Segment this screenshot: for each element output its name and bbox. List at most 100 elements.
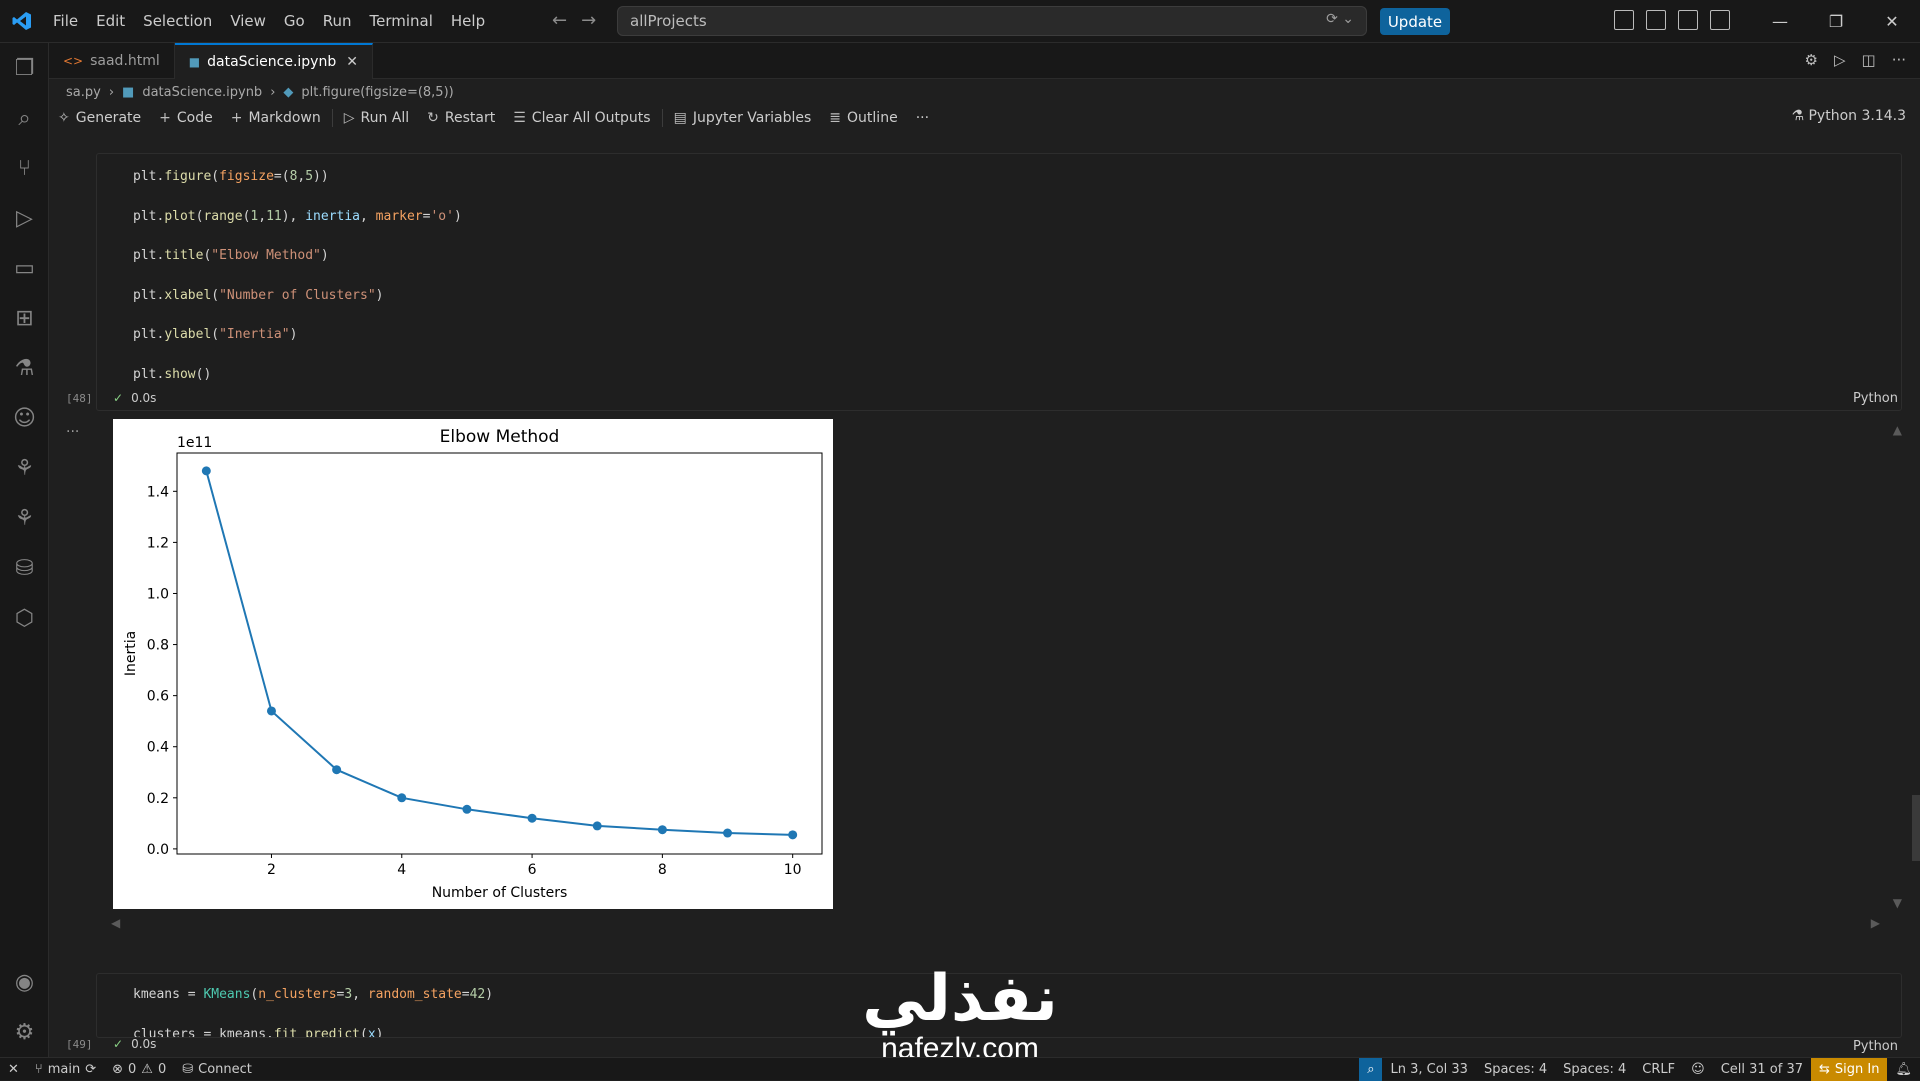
python-icon[interactable]: ⚘ [0, 443, 49, 493]
notifications-bell-icon[interactable]: 🔔︎ [1887, 1058, 1920, 1081]
kernel-label: Python 3.14.3 [1808, 108, 1906, 124]
toggle-primary-sidebar-icon[interactable] [1646, 10, 1666, 30]
more-actions-icon[interactable]: ··· [1892, 51, 1906, 69]
code-line: plt.xlabel("Number of Clusters") [133, 287, 384, 303]
settings-gear-icon[interactable]: ⚙ [0, 1007, 49, 1057]
extensions-icon[interactable]: ⊞ [0, 293, 49, 343]
remote-explorer-icon[interactable]: ▭ [0, 243, 49, 293]
sync-icon: ⟳ [85, 1061, 97, 1077]
line-ending[interactable]: CRLF [1634, 1058, 1683, 1081]
breadcrumb-item[interactable]: dataScience.ipynb [142, 85, 262, 100]
scroll-up-icon[interactable]: ▲ [1893, 423, 1902, 437]
generate-label: Generate [75, 110, 142, 126]
scroll-left-icon[interactable]: ◀ [111, 916, 120, 930]
back-arrow-icon[interactable]: ← [552, 10, 567, 31]
update-button[interactable]: Update [1380, 8, 1450, 35]
y-axis-label: Inertia [123, 631, 139, 676]
menu-run[interactable]: Run [314, 0, 361, 43]
zoom-button[interactable]: ⌕ [1359, 1058, 1383, 1081]
clear-outputs-button[interactable]: ☰ Clear All Outputs [504, 110, 659, 126]
account-icon: ⇆ [1819, 1062, 1830, 1077]
tab-datascience-ipynb[interactable]: ■ dataScience.ipynb ✕ [174, 43, 373, 79]
scroll-down-icon[interactable]: ▼ [1893, 896, 1902, 910]
command-center-search[interactable]: allProjects ⟳ ⌄ [617, 6, 1367, 36]
scroll-right-icon[interactable]: ▶ [1871, 916, 1880, 930]
run-all-button[interactable]: ▷ Run All [335, 110, 418, 126]
search-icon[interactable]: ⌕ [0, 93, 49, 143]
cell-code-editor[interactable]: kmeans = KMeans(n_clusters=3, random_sta… [133, 984, 493, 1037]
copilot-chat-icon[interactable]: ⟳ ⌄ [1326, 11, 1354, 27]
tab-saad-html[interactable]: <> saad.html [49, 43, 175, 79]
menu-view[interactable]: View [221, 0, 275, 43]
menu-edit[interactable]: Edit [87, 0, 134, 43]
more-toolbar-button[interactable]: ··· [907, 110, 938, 126]
cell-language[interactable]: Python [1853, 1039, 1898, 1054]
python-environments-icon[interactable]: ⚘ [0, 493, 49, 543]
menu-help[interactable]: Help [442, 0, 494, 43]
menu-terminal[interactable]: Terminal [361, 0, 442, 43]
customize-layout-icon[interactable] [1614, 10, 1634, 30]
restore-icon[interactable]: ❐ [1808, 0, 1864, 43]
database-icon[interactable]: ⛁ [0, 543, 49, 593]
forward-arrow-icon[interactable]: → [581, 10, 596, 31]
cell-language[interactable]: Python [1853, 391, 1898, 406]
cell-duration: 0.0s [131, 391, 157, 405]
copilot-status-icon[interactable]: ☺ [1683, 1058, 1713, 1081]
warning-count: 0 [157, 1061, 167, 1077]
code-line: plt.plot(range(1,11), inertia, marker='o… [133, 208, 462, 224]
close-window-icon[interactable]: ✕ [1864, 0, 1920, 43]
menu-go[interactable]: Go [275, 0, 314, 43]
kernel-picker[interactable]: ⚗ Python 3.14.3 [1791, 108, 1906, 124]
generate-button[interactable]: ✧ Generate [49, 110, 150, 126]
editor-tabs: <> saad.html ■ dataScience.ipynb ✕ ⚙ ▷ ◫… [49, 43, 1920, 79]
cell-status: ✓ 0.0s [113, 391, 156, 405]
run-all-label: Run All [360, 110, 410, 126]
run-icon[interactable]: ▷ [1834, 51, 1846, 69]
data-point [397, 793, 407, 803]
source-control-icon[interactable]: ⑂ [0, 143, 49, 193]
remote-indicator[interactable]: ✕ [0, 1058, 27, 1081]
code-cell-48[interactable]: plt.figure(figsize=(8,5)) plt.plot(range… [96, 153, 1902, 411]
restart-button[interactable]: ↻ Restart [418, 110, 504, 126]
jupyter-variables-button[interactable]: ▤ Jupyter Variables [665, 110, 821, 126]
run-debug-icon[interactable]: ▷ [0, 193, 49, 243]
branch-icon: ⑂ [34, 1061, 43, 1077]
toggle-secondary-sidebar-icon[interactable] [1710, 10, 1730, 30]
error-icon: ⊗ [112, 1061, 124, 1077]
split-editor-icon[interactable]: ◫ [1862, 51, 1876, 69]
editor-scrollbar[interactable] [1912, 795, 1920, 861]
breadcrumb-item[interactable]: plt.figure(figsize=(8,5)) [301, 85, 453, 100]
accounts-icon[interactable]: ◉ [0, 957, 49, 1007]
toggle-panel-icon[interactable] [1678, 10, 1698, 30]
copilot-icon[interactable]: ☺ [0, 393, 49, 443]
breadcrumb-item[interactable]: sa.py [66, 85, 101, 100]
y-tick-label: 0.8 [147, 638, 169, 654]
data-point [788, 830, 798, 840]
minimize-icon[interactable]: — [1752, 0, 1808, 43]
branch-indicator[interactable]: ⑂ main ⟳ [27, 1058, 104, 1081]
output-more-icon[interactable]: ... [66, 420, 79, 436]
explorer-icon[interactable]: ❐ [0, 43, 49, 93]
outline-button[interactable]: ≣ Outline [820, 110, 906, 126]
cell-code-editor[interactable]: plt.figure(figsize=(8,5)) plt.plot(range… [133, 166, 462, 403]
code-line: plt.show() [133, 366, 212, 382]
containers-icon[interactable]: ⬡ [0, 593, 49, 643]
notebook-toolbar: ✧ Generate + Code + Markdown ▷ Run All ↻… [49, 104, 1920, 132]
cursor-position[interactable]: Ln 3, Col 33 [1382, 1058, 1475, 1081]
close-tab-icon[interactable]: ✕ [346, 54, 358, 70]
error-count: 0 [128, 1061, 137, 1077]
menu-file[interactable]: File [44, 0, 87, 43]
toolbar-divider [661, 109, 663, 127]
add-markdown-button[interactable]: + Markdown [222, 110, 330, 126]
menu-selection[interactable]: Selection [134, 0, 221, 43]
sign-in-button[interactable]: ⇆ Sign In [1811, 1058, 1888, 1081]
connect-button[interactable]: ⛁ Connect [174, 1058, 260, 1081]
indentation-2[interactable]: Spaces: 4 [1555, 1058, 1634, 1081]
indentation-1[interactable]: Spaces: 4 [1476, 1058, 1555, 1081]
cell-indicator[interactable]: Cell 31 of 37 [1713, 1058, 1811, 1081]
problems-indicator[interactable]: ⊗ 0 ⚠ 0 [104, 1058, 174, 1081]
add-code-button[interactable]: + Code [150, 110, 222, 126]
x-tick-label: 8 [658, 862, 667, 878]
notebook-settings-icon[interactable]: ⚙ [1805, 51, 1818, 69]
testing-icon[interactable]: ⚗ [0, 343, 49, 393]
